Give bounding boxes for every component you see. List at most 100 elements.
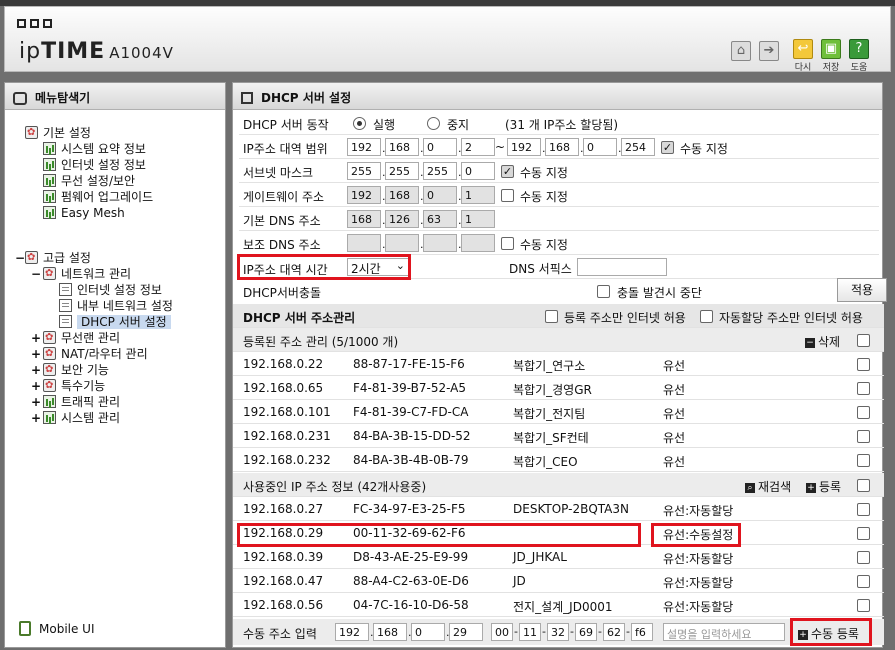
tree-security[interactable]: 보안 기능 [43, 362, 109, 378]
tree-traffic[interactable]: 트래픽 관리 [43, 394, 120, 410]
expand-icon[interactable]: + [31, 363, 41, 377]
range-end-octet3[interactable]: 0 [583, 138, 617, 156]
range-start-octet3[interactable]: 0 [423, 138, 457, 156]
model-name: A1004V [109, 44, 174, 62]
apply-button[interactable]: 적용 [837, 278, 887, 302]
expand-icon[interactable]: + [31, 379, 41, 393]
range-end-octet1[interactable]: 192 [507, 138, 541, 156]
mobile-ui-link[interactable]: Mobile UI [19, 621, 95, 636]
manual-ip-octet4[interactable]: 29 [449, 623, 483, 641]
manual-mac-6[interactable]: f6 [631, 623, 653, 641]
save-icon[interactable]: ▣ [821, 39, 841, 59]
dns2-octet1[interactable] [347, 234, 381, 252]
row-checkbox[interactable] [857, 430, 870, 443]
register-button[interactable]: + 등록 [806, 478, 841, 495]
reload-icon[interactable]: ↩ [793, 39, 813, 59]
manual-mac-1[interactable]: 00 [491, 623, 513, 641]
manual-mac-3[interactable]: 32 [547, 623, 569, 641]
tree-item-firmware-upgrade[interactable]: 펌웨어 업그레이드 [43, 189, 153, 205]
subnet-octet2[interactable]: 255 [385, 162, 419, 180]
tree-item-internet-info[interactable]: 인터넷 설정 정보 [43, 157, 146, 173]
gateway-octet4[interactable]: 1 [461, 186, 495, 204]
server-off-radio[interactable] [427, 117, 440, 130]
gateway-octet1[interactable]: 192 [347, 186, 381, 204]
dns1-octet4[interactable]: 1 [461, 210, 495, 228]
range-start-octet1[interactable]: 192 [347, 138, 381, 156]
collapse-icon[interactable]: − [31, 267, 41, 281]
subnet-octet1[interactable]: 255 [347, 162, 381, 180]
range-end-octet4[interactable]: 254 [621, 138, 655, 156]
dns2-octet2[interactable] [385, 234, 419, 252]
in-use-select-all-checkbox[interactable] [857, 479, 870, 492]
manual-ip-octet2[interactable]: 168 [373, 623, 407, 641]
subnet-manual-checkbox[interactable]: ✓ [501, 165, 514, 178]
tree-item-dhcp-server[interactable]: DHCP 서버 설정 [59, 314, 171, 330]
delete-button[interactable]: − 삭제 [805, 333, 840, 350]
manual-ip-octet3[interactable]: 0 [411, 623, 445, 641]
logout-icon[interactable]: ➔ [759, 41, 779, 61]
tree-item-system-summary[interactable]: 시스템 요약 정보 [43, 141, 146, 157]
range-end-octet2[interactable]: 168 [545, 138, 579, 156]
auto-allowed-checkbox[interactable] [700, 310, 713, 323]
firmware-icon [43, 190, 56, 203]
range-start-octet4[interactable]: 2 [461, 138, 495, 156]
manual-description-input[interactable]: 설명을 입력하세요 [663, 623, 785, 641]
manual-mac-4[interactable]: 69 [575, 623, 597, 641]
tree-item-easy-mesh[interactable]: Easy Mesh [43, 205, 125, 221]
conflict-stop-checkbox[interactable] [597, 285, 610, 298]
expand-icon[interactable]: + [31, 395, 41, 409]
expand-icon[interactable]: + [31, 347, 41, 361]
dns1-octet3[interactable]: 63 [423, 210, 457, 228]
tree-advanced-settings[interactable]: 고급 설정 [25, 250, 91, 266]
tree-item-internet-setting[interactable]: 인터넷 설정 정보 [59, 282, 162, 298]
server-on-radio[interactable] [353, 117, 366, 130]
row-checkbox[interactable] [857, 454, 870, 467]
gateway-manual-checkbox[interactable] [501, 189, 514, 202]
subnet-octet3[interactable]: 255 [423, 162, 457, 180]
gateway-octet2[interactable]: 168 [385, 186, 419, 204]
rescan-button[interactable]: ⌕ 재검색 [745, 478, 791, 495]
dns2-manual-checkbox[interactable] [501, 237, 514, 250]
dhcp-settings-panel: DHCP 서버 설정 DHCP 서버 동작 실행 중지 (31 개 IP주소 할… [232, 82, 887, 648]
manual-ip-octet1[interactable]: 192 [335, 623, 369, 641]
help-icon[interactable]: ? [849, 39, 869, 59]
row-checkbox[interactable] [857, 358, 870, 371]
dns2-octet3[interactable] [423, 234, 457, 252]
row-checkbox[interactable] [857, 575, 870, 588]
tree-network-management[interactable]: 네트워크 관리 [43, 266, 131, 282]
subnet-octet4[interactable]: 0 [461, 162, 495, 180]
dns1-octet2[interactable]: 126 [385, 210, 419, 228]
expand-icon[interactable]: + [31, 411, 41, 425]
registered-select-all-checkbox[interactable] [857, 334, 870, 347]
dns2-octet4[interactable] [461, 234, 495, 252]
tree-special[interactable]: 특수기능 [43, 378, 105, 394]
dns-suffix-input[interactable] [577, 258, 667, 276]
tree-item-wireless-security[interactable]: 무선 설정/보안 [43, 173, 135, 189]
range-start-octet2[interactable]: 168 [385, 138, 419, 156]
expand-icon[interactable]: + [31, 331, 41, 345]
cell-ip: 192.168.0.47 [243, 574, 324, 588]
lock-icon [43, 362, 56, 378]
row-checkbox[interactable] [857, 382, 870, 395]
table-row: 192.168.0.27 FC-34-97-E3-25-F5 DESKTOP-2BQ… [233, 497, 884, 521]
row-checkbox[interactable] [857, 406, 870, 419]
row-checkbox[interactable] [857, 599, 870, 612]
home-icon[interactable]: ⌂ [731, 41, 751, 61]
folder-icon [43, 346, 56, 362]
tree-wireless-management[interactable]: 무선랜 관리 [43, 330, 120, 346]
tree-item-lan-setting[interactable]: 내부 네트워크 설정 [59, 298, 173, 314]
collapse-icon[interactable]: − [15, 251, 25, 265]
gateway-octet3[interactable]: 0 [423, 186, 457, 204]
tree-system[interactable]: 시스템 관리 [43, 410, 120, 426]
manual-mac-2[interactable]: 11 [519, 623, 541, 641]
row-checkbox[interactable] [857, 527, 870, 540]
row-checkbox[interactable] [857, 551, 870, 564]
tree-basic-settings[interactable]: 기본 설정 [25, 125, 91, 141]
range-manual-checkbox[interactable]: ✓ [661, 141, 674, 154]
dns1-octet1[interactable]: 168 [347, 210, 381, 228]
row-checkbox[interactable] [857, 503, 870, 516]
tree-nat-router[interactable]: NAT/라우터 관리 [43, 346, 148, 362]
folder-icon [43, 378, 56, 394]
only-registered-checkbox[interactable] [545, 310, 558, 323]
manual-mac-5[interactable]: 62 [603, 623, 625, 641]
